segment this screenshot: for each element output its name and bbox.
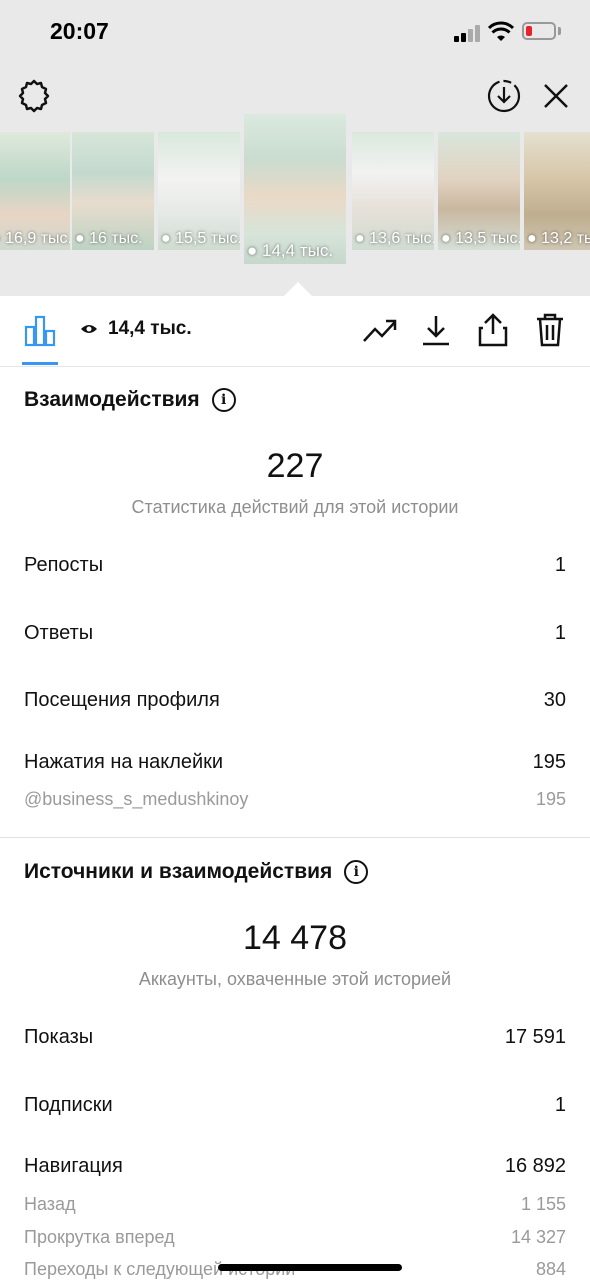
story-views-label: ● 16 тыс. bbox=[75, 230, 143, 247]
discovery-title-text: Источники и взаимодействия bbox=[24, 860, 333, 883]
stories-strip: ● 16,9 тыс. ● 16 тыс. ● 15,5 тыс. ● 14,4… bbox=[0, 114, 590, 270]
stat-row-navigation: Навигация 16 892 bbox=[24, 1155, 566, 1178]
eye-icon: ● bbox=[75, 230, 90, 247]
stat-label: Назад bbox=[24, 1194, 76, 1214]
eye-icon: ● bbox=[355, 230, 370, 247]
story-views-label: ● 16,9 тыс. bbox=[0, 230, 70, 248]
stat-label: Прокрутка вперед bbox=[24, 1227, 175, 1247]
eye-icon: ● bbox=[161, 230, 176, 247]
stat-label: Показы bbox=[24, 1026, 94, 1048]
story-views-label: ● 14,4 тыс. bbox=[247, 241, 334, 260]
stat-value: 195 bbox=[535, 789, 566, 809]
story-thumbnail[interactable]: ● 13,5 тыс. bbox=[438, 132, 520, 250]
story-thumbnail[interactable]: ● 16,9 тыс. bbox=[0, 132, 70, 250]
stat-label: @business_s_medushkinoy bbox=[24, 789, 249, 809]
interactions-total: 227 bbox=[266, 447, 324, 485]
download-circle-icon bbox=[487, 79, 521, 113]
stat-value: 884 bbox=[535, 1259, 566, 1279]
share-icon bbox=[478, 313, 508, 347]
bar-chart-icon bbox=[24, 315, 56, 347]
gear-icon bbox=[18, 79, 50, 113]
stat-label: Подписки bbox=[24, 1094, 113, 1116]
interactions-section-title: Взаимодействия i bbox=[24, 388, 236, 412]
close-button[interactable] bbox=[536, 76, 576, 116]
stat-label: Ответы bbox=[24, 622, 94, 644]
eye-icon: ● bbox=[247, 241, 262, 260]
story-thumbnail[interactable]: ● 13,6 тыс. bbox=[352, 132, 434, 250]
discovery-total: 14 478 bbox=[243, 919, 347, 957]
stat-label: Навигация bbox=[24, 1155, 123, 1177]
story-thumbnail[interactable]: ● 13,2 тыс. bbox=[524, 132, 590, 250]
stat-row-profile-visits: Посещения профиля 30 bbox=[24, 689, 566, 712]
promote-button[interactable] bbox=[360, 310, 400, 350]
eye-icon: ● bbox=[441, 230, 456, 247]
eye-icon: ● bbox=[527, 230, 542, 247]
stat-label: Посещения профиля bbox=[24, 689, 220, 711]
stat-row-reposts: Репосты 1 bbox=[24, 554, 566, 577]
story-thumbnail[interactable]: ● 16 тыс. bbox=[72, 132, 154, 250]
story-toolbar: 14,4 тыс. bbox=[0, 296, 590, 367]
stat-value: 1 bbox=[554, 1094, 566, 1116]
close-icon bbox=[544, 84, 568, 108]
stat-row-back: Назад 1 155 bbox=[24, 1194, 566, 1215]
discovery-caption: Аккаунты, охваченные этой историей bbox=[138, 969, 452, 989]
stat-value: 14 327 bbox=[510, 1227, 566, 1247]
section-divider bbox=[0, 837, 590, 838]
info-icon[interactable]: i bbox=[211, 388, 236, 412]
interactions-title-text: Взаимодействия bbox=[24, 388, 200, 411]
story-thumbnail-active[interactable]: ● 14,4 тыс. bbox=[244, 114, 346, 264]
settings-button[interactable] bbox=[14, 76, 54, 116]
stat-label: Нажатия на наклейки bbox=[24, 751, 224, 773]
stat-row-follows: Подписки 1 bbox=[24, 1094, 566, 1117]
active-story-pointer bbox=[284, 282, 312, 296]
status-bar: 20:07 bbox=[0, 0, 590, 64]
stat-value: 1 bbox=[554, 622, 566, 644]
story-views-label: ● 13,2 тыс. bbox=[527, 230, 590, 247]
discovery-section-title: Источники и взаимодействия i bbox=[24, 860, 369, 884]
story-preview-area: 20:07 ● 16,9 тыс. bbox=[0, 0, 590, 296]
download-button[interactable] bbox=[416, 310, 456, 350]
share-button[interactable] bbox=[473, 310, 513, 350]
trash-icon bbox=[537, 313, 563, 347]
stat-row-impressions: Показы 17 591 bbox=[24, 1026, 566, 1049]
save-story-button[interactable] bbox=[484, 76, 524, 116]
battery-tip bbox=[558, 27, 561, 35]
download-icon bbox=[423, 316, 449, 346]
cellular-signal-icon bbox=[454, 24, 484, 42]
info-icon[interactable]: i bbox=[344, 860, 369, 884]
status-time: 20:07 bbox=[50, 18, 109, 44]
wifi-icon bbox=[488, 21, 514, 41]
stat-value: 16 892 bbox=[504, 1155, 566, 1177]
viewers-count: 14,4 тыс. bbox=[108, 318, 192, 339]
eye-icon bbox=[81, 325, 97, 333]
stat-value: 1 bbox=[554, 554, 566, 576]
trend-up-icon bbox=[363, 319, 397, 342]
interactions-caption: Статистика действий для этой истории bbox=[131, 497, 459, 517]
stat-value: 195 bbox=[532, 751, 566, 773]
stat-row-sticker-mention: @business_s_medushkinoy 195 bbox=[24, 789, 566, 810]
viewers-button[interactable]: 14,4 тыс. bbox=[80, 318, 192, 340]
insights-tab[interactable] bbox=[20, 310, 60, 350]
stat-value: 17 591 bbox=[504, 1026, 566, 1048]
stat-label: Репосты bbox=[24, 554, 104, 576]
story-views-label: ● 13,6 тыс. bbox=[355, 230, 434, 247]
stat-row-sticker-taps: Нажатия на наклейки 195 bbox=[24, 751, 566, 774]
stat-value: 1 155 bbox=[520, 1194, 566, 1214]
story-views-label: ● 13,5 тыс. bbox=[441, 230, 520, 247]
battery-icon bbox=[522, 22, 556, 40]
delete-button[interactable] bbox=[530, 310, 570, 350]
stat-row-replies: Ответы 1 bbox=[24, 622, 566, 645]
home-indicator[interactable] bbox=[218, 1264, 402, 1271]
stat-value: 30 bbox=[543, 689, 566, 711]
stat-row-forward: Прокрутка вперед 14 327 bbox=[24, 1227, 566, 1248]
story-thumbnail[interactable]: ● 15,5 тыс. bbox=[158, 132, 240, 250]
active-tab-indicator bbox=[22, 362, 58, 365]
story-views-label: ● 15,5 тыс. bbox=[161, 230, 240, 247]
